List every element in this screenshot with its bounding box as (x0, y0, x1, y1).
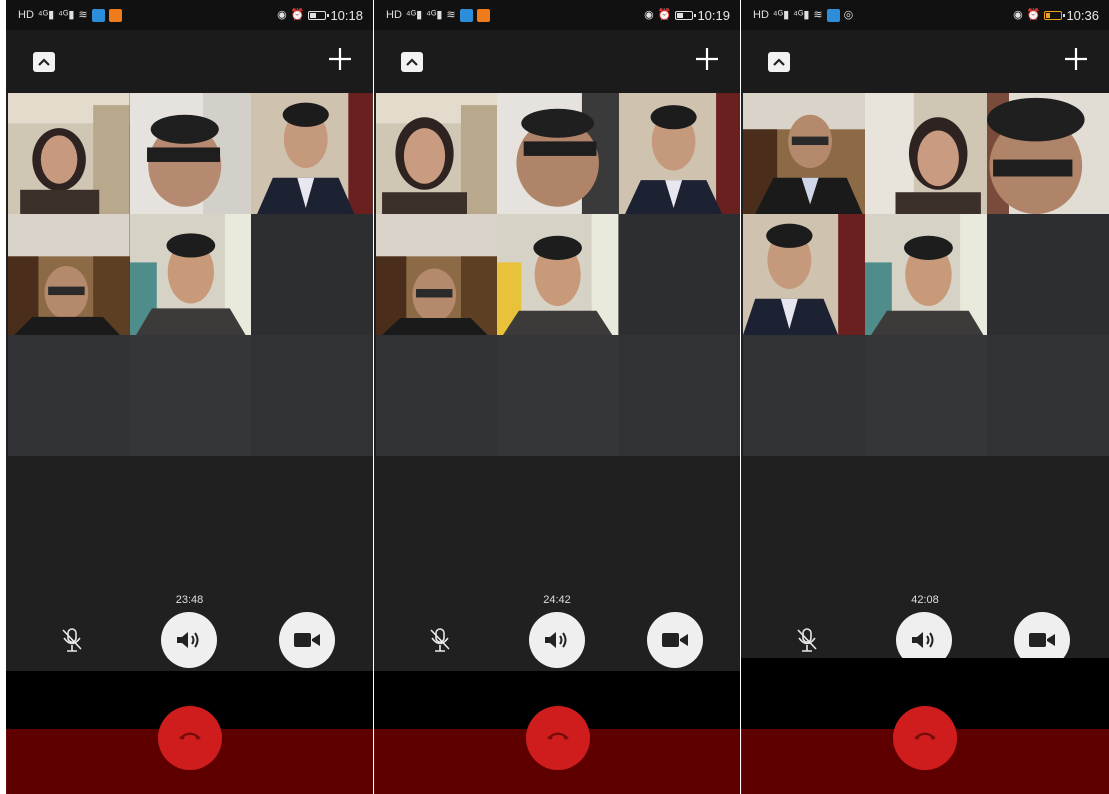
empty-video-slot (618, 214, 740, 335)
signal-icon: ⁴ᴳ▮ (37, 9, 55, 21)
eye-comfort-icon: ◉ (644, 9, 654, 21)
video-tile[interactable] (865, 214, 987, 335)
empty-video-slot (129, 335, 252, 456)
status-bar: HD ⁴ᴳ▮ ⁴ᴳ▮ ≋ ◉ ⏰ 10:18 (6, 0, 373, 30)
signal-icon: ⁴ᴳ▮ (405, 9, 423, 21)
chevron-up-icon[interactable] (768, 52, 790, 72)
app-notification-icon (459, 8, 473, 22)
call-screen-2: HD ⁴ᴳ▮ ⁴ᴳ▮ ≋ ◉ ⏰ 10:19 24:42 (374, 0, 740, 794)
call-top-bar (741, 30, 1109, 93)
hang-up-icon[interactable] (526, 706, 590, 770)
speaker-icon[interactable] (529, 612, 585, 668)
hd-icon: HD (386, 9, 402, 21)
video-tile[interactable] (129, 214, 252, 335)
video-tile[interactable] (743, 214, 865, 335)
alarm-icon: ⏰ (657, 9, 672, 21)
call-screen-1: HD ⁴ᴳ▮ ⁴ᴳ▮ ≋ ◉ ⏰ 10:18 23:48 (6, 0, 373, 794)
video-grid (743, 93, 1109, 456)
video-tile[interactable] (497, 214, 619, 335)
call-controls (374, 612, 740, 668)
wifi-icon: ≋ (78, 9, 88, 21)
chevron-up-icon[interactable] (33, 52, 55, 72)
battery-icon (675, 10, 697, 20)
video-tile[interactable] (618, 93, 740, 214)
video-tile[interactable] (376, 214, 498, 335)
video-tile[interactable] (865, 93, 987, 214)
video-tile[interactable] (743, 93, 865, 214)
video-tile[interactable] (497, 93, 619, 214)
signal-icon: ⁴ᴳ▮ (426, 9, 443, 21)
wifi-icon: ≋ (446, 9, 456, 21)
call-controls (6, 612, 373, 668)
app-notification-icon (91, 8, 105, 22)
location-icon: ◎ (843, 9, 854, 21)
hang-up-icon[interactable] (893, 706, 957, 770)
empty-video-slot (8, 335, 130, 456)
video-grid (8, 93, 373, 456)
call-timer: 42:08 (911, 594, 939, 606)
status-bar: HD ⁴ᴳ▮ ⁴ᴳ▮ ≋ ◎ ◉ ⏰ 10:36 (741, 0, 1109, 30)
plus-icon[interactable] (1061, 44, 1091, 74)
app-notification-icon (826, 8, 840, 22)
video-grid (376, 93, 740, 456)
empty-video-slot (743, 335, 865, 456)
empty-video-slot (865, 335, 987, 456)
app-notification-icon (476, 8, 490, 22)
empty-video-slot (987, 214, 1109, 335)
eye-comfort-icon: ◉ (277, 9, 287, 21)
hang-up-icon[interactable] (158, 706, 222, 770)
call-timer: 23:48 (175, 594, 204, 606)
signal-icon: ⁴ᴳ▮ (772, 9, 790, 21)
microphone-muted-icon[interactable] (44, 612, 100, 668)
status-time: 10:36 (1066, 7, 1099, 23)
status-time: 10:18 (330, 7, 363, 23)
call-top-bar (374, 30, 740, 93)
status-time: 10:19 (697, 7, 730, 23)
plus-icon[interactable] (325, 44, 355, 74)
video-tile[interactable] (8, 93, 130, 214)
signal-icon: ⁴ᴳ▮ (793, 9, 810, 21)
empty-video-slot (376, 335, 498, 456)
video-tile[interactable] (8, 214, 130, 335)
eye-comfort-icon: ◉ (1013, 9, 1023, 21)
video-camera-icon[interactable] (647, 612, 703, 668)
battery-icon (1044, 10, 1066, 20)
signal-icon: ⁴ᴳ▮ (58, 9, 75, 21)
hd-icon: HD (753, 9, 769, 21)
alarm-icon: ⏰ (1026, 9, 1041, 21)
chevron-up-icon[interactable] (401, 52, 423, 72)
status-bar: HD ⁴ᴳ▮ ⁴ᴳ▮ ≋ ◉ ⏰ 10:19 (374, 0, 740, 30)
app-notification-icon (108, 8, 122, 22)
empty-video-slot (618, 335, 740, 456)
microphone-muted-icon[interactable] (412, 612, 468, 668)
empty-video-slot (251, 335, 373, 456)
video-tile[interactable] (129, 93, 252, 214)
plus-icon[interactable] (692, 44, 722, 74)
call-screen-3: HD ⁴ᴳ▮ ⁴ᴳ▮ ≋ ◎ ◉ ⏰ 10:36 42:08 (741, 0, 1109, 794)
alarm-icon: ⏰ (290, 9, 305, 21)
hd-icon: HD (18, 9, 34, 21)
speaker-icon[interactable] (161, 612, 217, 668)
empty-video-slot (251, 214, 373, 335)
call-timer: 24:42 (543, 594, 571, 606)
video-tile[interactable] (251, 93, 373, 214)
empty-video-slot (987, 335, 1109, 456)
wifi-icon: ≋ (813, 9, 823, 21)
video-tile[interactable] (987, 93, 1109, 214)
call-top-bar (6, 30, 373, 93)
video-camera-icon[interactable] (279, 612, 335, 668)
video-tile[interactable] (376, 93, 498, 214)
battery-icon (308, 10, 330, 20)
empty-video-slot (497, 335, 619, 456)
